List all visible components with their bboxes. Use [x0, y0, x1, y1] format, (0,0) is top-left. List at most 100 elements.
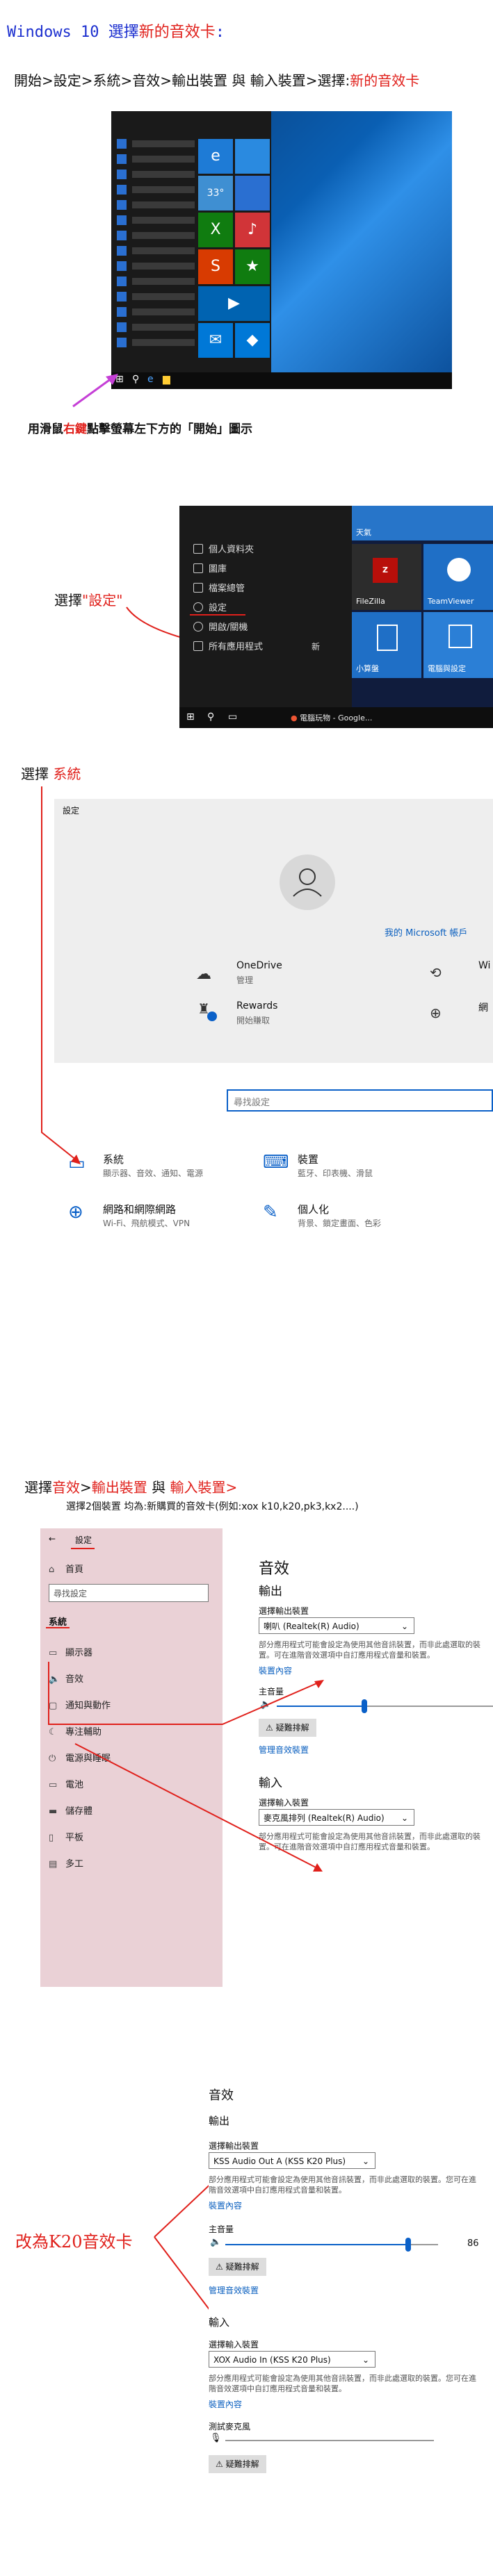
input-device-select[interactable]: XOX Audio In (KSS K20 Plus) ⌄	[209, 2351, 375, 2368]
app-icon	[117, 261, 127, 271]
output-heading: 輸出	[209, 2115, 230, 2127]
device-properties-link[interactable]: 裝置內容	[209, 2398, 242, 2410]
menu-line	[132, 232, 195, 239]
store-tile[interactable]: S	[198, 249, 233, 284]
caption-text: 選擇	[24, 1479, 52, 1496]
instruction-path: 開始>設定>系統>音效>輸出裝置 與 輸入裝置>選擇:新的音效卡	[14, 69, 419, 90]
menu-line	[132, 308, 195, 315]
arrow-to-start	[72, 374, 118, 408]
weather-tile[interactable]: 33°	[198, 176, 233, 210]
search-icon[interactable]: ⚲	[207, 711, 214, 723]
folder-icon[interactable]: ▆	[163, 374, 170, 385]
output-heading: 輸出	[259, 1585, 282, 1599]
chevron-down-icon: ⌄	[362, 2156, 369, 2166]
troubleshoot-button[interactable]: ⚠ 疑難排解	[209, 2258, 266, 2276]
pc-icon	[448, 625, 472, 648]
notification-dot	[207, 1012, 217, 1021]
menu-item-label: 所有應用程式	[209, 642, 264, 652]
caption-text: 與	[147, 1479, 170, 1496]
category-network[interactable]: 網路和網際網路	[103, 1202, 176, 1216]
pc-settings-tile[interactable]: 電腦與設定	[423, 612, 493, 678]
rewards-sub: 開始賺取	[236, 1016, 270, 1025]
output-device-value: KSS Audio Out A (KSS K20 Plus)	[213, 2156, 346, 2166]
weather-tile[interactable]: 天氣	[352, 506, 493, 540]
caption-text: >	[225, 1479, 238, 1496]
category-personalization[interactable]: 個人化	[298, 1202, 329, 1216]
tile-label: TeamViewer	[428, 597, 474, 606]
menu-line	[132, 201, 195, 208]
app-icon	[117, 322, 127, 332]
caption-highlight: 系統	[53, 766, 81, 782]
search-input[interactable]: 尋找設定	[227, 1089, 493, 1112]
output-device-select[interactable]: KSS Audio Out A (KSS K20 Plus) ⌄	[209, 2152, 375, 2169]
menu-item-label: 圖庫	[209, 564, 227, 575]
arrow-line	[41, 786, 77, 1161]
sound-heading: 音效	[259, 1560, 290, 1578]
movie-tile[interactable]: ▶	[198, 286, 270, 321]
edge-icon[interactable]: e	[147, 374, 154, 385]
output-device-select[interactable]: 喇叭 (Realtek(R) Audio) ⌄	[259, 1617, 414, 1634]
caption-text: >	[80, 1479, 92, 1496]
filezilla-tile[interactable]: Z FileZilla	[352, 544, 421, 610]
back-icon[interactable]: ←	[49, 1534, 56, 1544]
taskbar-window-label: 電腦玩物 - Google...	[300, 713, 373, 723]
picture-icon	[193, 563, 203, 573]
volume-slider-thumb[interactable]	[405, 2238, 412, 2252]
choose-output-label: 選擇輸出裝置	[209, 2141, 259, 2151]
manage-devices-link[interactable]: 管理音效裝置	[209, 2284, 259, 2296]
menu-line	[132, 339, 195, 346]
sidebar-item-home[interactable]: ⌂ 首頁	[49, 1562, 83, 1575]
volume-slider-fill	[225, 2244, 409, 2245]
calculator-tile[interactable]: 小算盤	[352, 612, 421, 678]
xbox-tile[interactable]: X	[198, 213, 233, 247]
tile[interactable]	[235, 139, 270, 174]
windows-update-label[interactable]: Wi	[478, 960, 490, 971]
caption-highlight: "設定"	[82, 592, 123, 609]
tile[interactable]: ★	[235, 249, 270, 284]
search-input[interactable]: 尋找設定	[49, 1584, 209, 1602]
tile[interactable]	[235, 176, 270, 210]
teamviewer-tile[interactable]: TeamViewer	[423, 544, 493, 610]
app-icon	[117, 154, 127, 164]
step3-caption: 選擇 系統	[21, 763, 81, 783]
taskview-icon[interactable]: ▭	[228, 711, 237, 723]
app-icon	[117, 215, 127, 225]
start-menu-screenshot: e 33° X ♪ S ★ ▶ ✉ ◆ ⊞ ⚲ e ▆	[111, 111, 452, 389]
folder-icon	[193, 544, 203, 554]
rewards-label[interactable]: Rewards	[236, 1000, 277, 1012]
menu-item-user-folder[interactable]: 個人資料夾	[193, 542, 254, 555]
groove-tile[interactable]: ♪	[235, 213, 270, 247]
arrow-to-system	[41, 786, 81, 1164]
network-label[interactable]: 網	[478, 1000, 488, 1014]
tile[interactable]: ◆	[235, 323, 270, 358]
master-volume-label: 主音量	[209, 2224, 234, 2234]
menu-item-explorer[interactable]: 檔案總管	[193, 581, 245, 594]
search-icon[interactable]: ⚲	[132, 374, 139, 385]
category-network-sub: Wi-Fi、飛航模式、VPN	[103, 1219, 191, 1228]
app-icon	[117, 338, 127, 347]
device-properties-link[interactable]: 裝置內容	[209, 2199, 242, 2211]
onedrive-label[interactable]: OneDrive	[236, 960, 282, 971]
menu-item-pictures[interactable]: 圖庫	[193, 561, 227, 575]
choose-output-label: 選擇輸出裝置	[259, 1606, 309, 1616]
edge-tile[interactable]: e	[198, 139, 233, 174]
mic-level-bar	[225, 2440, 434, 2441]
category-devices-sub: 藍牙、印表機、滑鼠	[298, 1169, 373, 1178]
settings-screenshot: 設定 我的 Microsoft 帳戶 OneDrive 管理 ☁ Rewards…	[54, 799, 493, 1228]
choose-input-label: 選擇輸入裝置	[209, 2340, 259, 2350]
list-icon	[193, 641, 203, 651]
windows-start-icon[interactable]: ⊞	[186, 711, 195, 723]
menu-item-all-apps[interactable]: 所有應用程式	[193, 639, 263, 652]
troubleshoot-button-2[interactable]: ⚠ 疑難排解	[209, 2455, 266, 2473]
category-devices[interactable]: 裝置	[298, 1152, 318, 1166]
caption-highlight: 輸入裝置	[170, 1479, 226, 1496]
mail-tile[interactable]: ✉	[198, 323, 233, 358]
microsoft-account-link[interactable]: 我的 Microsoft 帳戶	[385, 925, 467, 939]
underline	[46, 1627, 70, 1628]
output-device-value: 喇叭 (Realtek(R) Audio)	[264, 1621, 359, 1631]
menu-item-power[interactable]: 開啟/關機	[193, 620, 248, 633]
tiles-panel: 天氣 Z FileZilla TeamViewer 小算盤 電腦與設定	[352, 506, 493, 707]
taskbar-window[interactable]: ● 電腦玩物 - Google...	[291, 712, 372, 723]
menu-item-settings[interactable]: 設定	[193, 600, 227, 613]
category-system[interactable]: 系統	[103, 1152, 124, 1166]
